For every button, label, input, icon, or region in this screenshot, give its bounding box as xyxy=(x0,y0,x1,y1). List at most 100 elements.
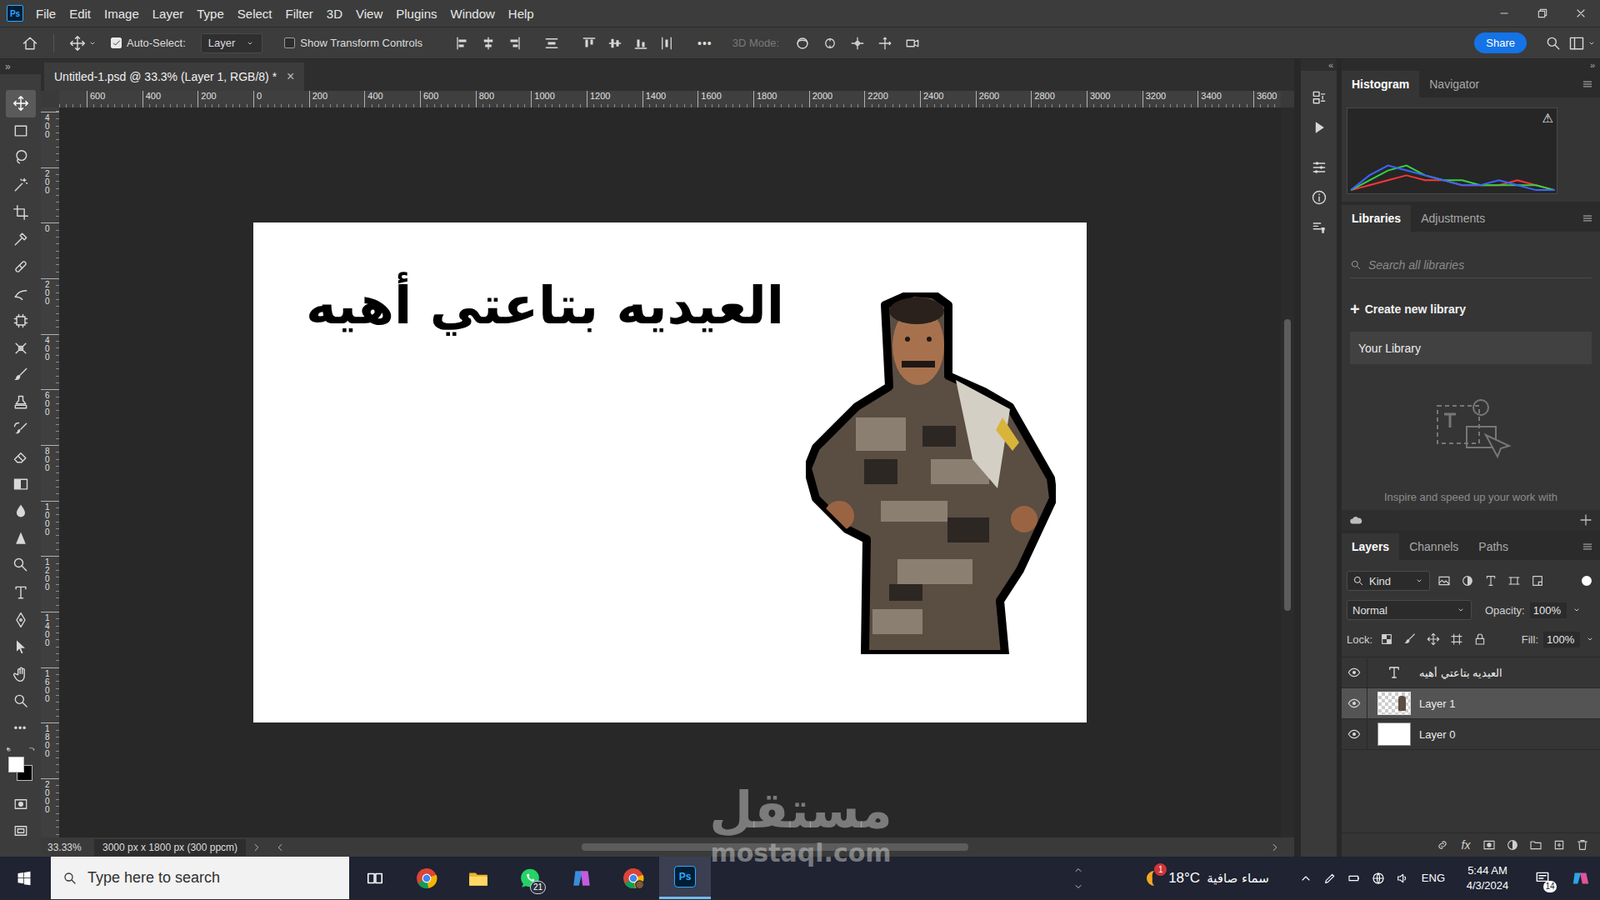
zoom-level[interactable]: 33.33% xyxy=(47,841,95,854)
copilot-tray-button[interactable] xyxy=(1561,856,1600,900)
panel-menu-button[interactable] xyxy=(1575,205,1600,232)
search-button[interactable] xyxy=(1541,30,1565,56)
content-move-tool[interactable] xyxy=(5,334,36,362)
menu-item[interactable]: Help xyxy=(501,6,541,21)
close-button[interactable] xyxy=(1561,0,1600,27)
warning-icon[interactable]: ⚠ xyxy=(1542,110,1554,126)
distribute-v-button[interactable] xyxy=(655,30,678,56)
screen-mode-button[interactable] xyxy=(5,817,36,845)
shape-filter-button[interactable] xyxy=(1505,570,1524,591)
show-hidden-icons-button[interactable] xyxy=(1294,856,1319,900)
smudge-tool[interactable] xyxy=(5,497,36,525)
align-center-button[interactable] xyxy=(476,30,500,56)
roll-3d-button[interactable] xyxy=(818,30,841,56)
folder-button[interactable] xyxy=(1526,835,1545,855)
type-filter-button[interactable] xyxy=(1481,570,1500,591)
menu-item[interactable]: Edit xyxy=(62,6,98,21)
align-right-button[interactable] xyxy=(502,30,525,56)
fill-field[interactable]: 100% xyxy=(1543,631,1580,648)
whatsapp-taskbar-button[interactable]: 21 xyxy=(504,856,556,900)
foreground-color-swatch[interactable] xyxy=(8,756,25,773)
panel-tab[interactable]: Paths xyxy=(1468,533,1519,560)
language-indicator[interactable]: ENG xyxy=(1415,856,1452,900)
collapse-toggle[interactable]: » xyxy=(1341,59,1600,71)
weather-widget[interactable]: 1 18°C سماء صافية xyxy=(1141,856,1270,900)
close-tab-button[interactable]: × xyxy=(286,69,295,85)
adjust-button[interactable] xyxy=(1503,835,1522,855)
battery-tray-button[interactable] xyxy=(1342,856,1367,900)
panel-tab[interactable]: Layers xyxy=(1341,533,1400,560)
explorer-taskbar-button[interactable] xyxy=(452,856,505,900)
menu-item[interactable]: File xyxy=(29,6,63,21)
crop-tool[interactable] xyxy=(5,198,36,226)
camera-3d-button[interactable] xyxy=(900,30,924,56)
add-button[interactable] xyxy=(1571,512,1600,528)
layer-row[interactable]: Layer 1 xyxy=(1341,688,1600,720)
document-tab[interactable]: Untitled-1.psd @ 33.3% (Layer 1, RGB/8) … xyxy=(44,62,305,91)
photoshop-taskbar-button[interactable]: Ps xyxy=(659,856,711,900)
menu-item[interactable]: Plugins xyxy=(389,6,444,21)
quick-mask-button[interactable] xyxy=(5,790,36,818)
sliders-panel-button[interactable] xyxy=(1304,152,1335,183)
person-photo[interactable] xyxy=(805,292,1056,655)
library-item[interactable]: Your Library xyxy=(1350,331,1592,365)
layer-kind-filter[interactable]: Kind xyxy=(1346,570,1430,591)
more-options-button[interactable]: ••• xyxy=(697,36,713,50)
layer-row[interactable]: العيديه بتاعتي أهيه xyxy=(1341,657,1600,689)
info-menu-button[interactable] xyxy=(250,841,263,854)
restore-button[interactable] xyxy=(1523,0,1562,27)
brush-tool[interactable] xyxy=(5,361,36,390)
chrome-taskbar-button[interactable] xyxy=(400,856,453,900)
lock-move-button[interactable] xyxy=(1424,629,1443,650)
adjust-filter-button[interactable] xyxy=(1458,570,1477,591)
move-tool[interactable] xyxy=(5,90,36,118)
eyedropper-tool[interactable] xyxy=(5,225,36,254)
smart-filter-button[interactable] xyxy=(1528,570,1547,591)
clone-source-panel-button[interactable] xyxy=(1304,212,1335,243)
slide-3d-button[interactable] xyxy=(873,30,896,56)
trash-button[interactable] xyxy=(1573,835,1592,855)
document-canvas[interactable]: العيديه بتاعتي أهيه xyxy=(253,222,1087,723)
start-button[interactable] xyxy=(0,856,49,900)
menu-item[interactable]: Type xyxy=(190,6,231,21)
new-layer-button[interactable] xyxy=(1550,835,1569,855)
volume-tray-button[interactable] xyxy=(1390,856,1415,900)
blend-mode-dropdown[interactable]: Normal xyxy=(1346,600,1472,620)
create-library-button[interactable]: +Create new library xyxy=(1350,299,1592,320)
panel-tab[interactable]: Channels xyxy=(1399,533,1469,560)
canvas-text[interactable]: العيديه بتاعتي أهيه xyxy=(305,272,785,340)
path-select-tool[interactable] xyxy=(5,633,36,661)
lock-lock-button[interactable] xyxy=(1470,629,1490,650)
lock-artboard-button[interactable] xyxy=(1447,629,1466,650)
healing-tool[interactable] xyxy=(5,253,36,281)
collapse-toggle[interactable]: « xyxy=(1300,59,1337,71)
panel-tab[interactable]: Navigator xyxy=(1419,70,1490,98)
visibility-toggle[interactable] xyxy=(1341,657,1368,688)
distribute-button[interactable] xyxy=(540,30,563,56)
lasso-tool[interactable] xyxy=(5,144,36,172)
menu-item[interactable]: View xyxy=(349,6,390,21)
tool-preset-picker[interactable] xyxy=(65,30,101,56)
panel-tab[interactable]: Libraries xyxy=(1341,205,1411,232)
minimize-button[interactable] xyxy=(1485,0,1524,27)
menu-item[interactable]: Layer xyxy=(145,6,191,21)
mask-button[interactable] xyxy=(1480,835,1499,855)
align-left-button[interactable] xyxy=(450,30,474,56)
menu-item[interactable]: Window xyxy=(443,6,501,21)
pen-tool[interactable] xyxy=(5,605,36,634)
chrome-profile-taskbar-button[interactable] xyxy=(607,856,660,900)
panel-menu-button[interactable] xyxy=(1575,70,1600,98)
share-button[interactable]: Share xyxy=(1474,32,1527,54)
link-layers-button[interactable] xyxy=(1433,835,1452,855)
menu-item[interactable]: Select xyxy=(230,6,280,21)
panel-tab[interactable]: Adjustments xyxy=(1410,205,1495,232)
zoom-tool[interactable] xyxy=(5,687,36,715)
marquee-tool[interactable] xyxy=(5,117,36,145)
auto-select-target-dropdown[interactable]: Layer xyxy=(200,33,264,54)
gradient-tool[interactable] xyxy=(5,470,36,498)
align-bottom-button[interactable] xyxy=(629,30,652,56)
sharpen-tool[interactable] xyxy=(5,525,36,553)
scroll-left-button[interactable] xyxy=(274,841,286,854)
taskbar-search[interactable]: Type here to search xyxy=(50,856,350,900)
frame-tool[interactable] xyxy=(5,307,36,335)
